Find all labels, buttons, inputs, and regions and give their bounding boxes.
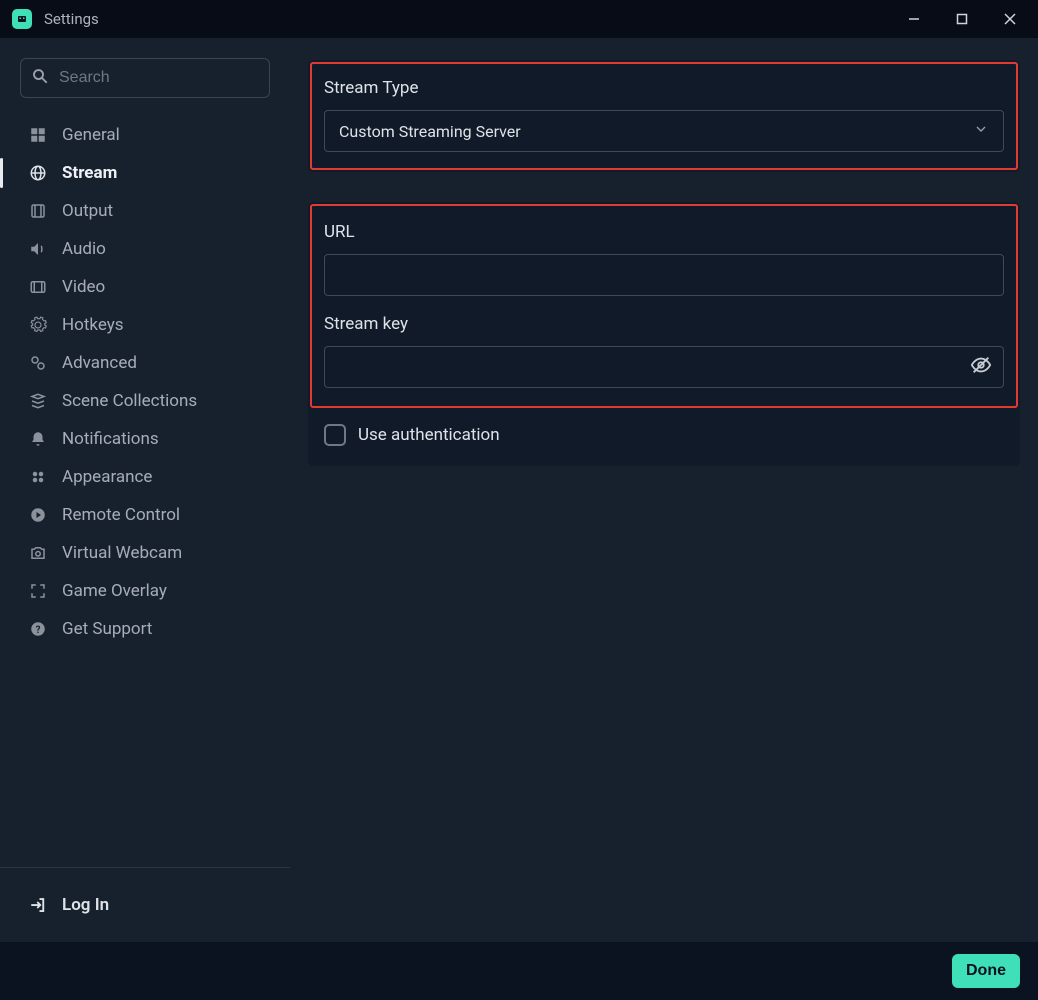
sidebar-item-notifications[interactable]: Notifications [0, 420, 290, 458]
url-input[interactable] [324, 254, 1004, 296]
sidebar-item-label: Scene Collections [62, 391, 197, 411]
play-circle-icon [28, 505, 48, 525]
settings-main-content: Stream Type Custom Streaming Server URL … [290, 38, 1038, 942]
server-panel: URL Stream key [308, 202, 1020, 466]
login-button[interactable]: Log In [0, 886, 290, 924]
app-logo-icon [12, 9, 32, 29]
sidebar-item-label: Audio [62, 239, 106, 259]
camera-icon [28, 543, 48, 563]
use-authentication-checkbox[interactable] [324, 424, 346, 446]
sidebar-item-general[interactable]: General [0, 116, 290, 154]
expand-icon [28, 581, 48, 601]
minimize-button[interactable] [896, 4, 932, 34]
sidebar-item-label: Video [62, 277, 105, 297]
sidebar-item-stream[interactable]: Stream [0, 154, 290, 192]
stream-type-label: Stream Type [324, 78, 1004, 98]
stream-type-select[interactable]: Custom Streaming Server [324, 110, 1004, 152]
video-icon [28, 277, 48, 297]
sidebar-item-label: Appearance [62, 467, 152, 487]
stream-type-panel: Stream Type Custom Streaming Server [308, 60, 1020, 172]
sidebar-item-virtual-webcam[interactable]: Virtual Webcam [0, 534, 290, 572]
search-icon [31, 67, 49, 89]
sidebar-item-label: Get Support [62, 619, 152, 639]
sidebar-item-appearance[interactable]: Appearance [0, 458, 290, 496]
done-button[interactable]: Done [952, 954, 1020, 988]
appearance-icon [28, 467, 48, 487]
stream-type-highlight: Stream Type Custom Streaming Server [310, 62, 1018, 170]
sidebar-item-scene-collections[interactable]: Scene Collections [0, 382, 290, 420]
eye-off-icon [970, 354, 992, 380]
sidebar-item-advanced[interactable]: Advanced [0, 344, 290, 382]
search-field[interactable] [20, 58, 270, 98]
sidebar-item-remote-control[interactable]: Remote Control [0, 496, 290, 534]
sidebar-item-label: General [62, 125, 120, 145]
sidebar-item-label: Advanced [62, 353, 137, 373]
sidebar-item-label: Remote Control [62, 505, 180, 525]
window-title: Settings [44, 10, 99, 28]
sidebar-item-label: Stream [62, 163, 117, 183]
stream-type-value: Custom Streaming Server [339, 122, 521, 141]
toggle-visibility-button[interactable] [966, 352, 996, 382]
sidebar-item-game-overlay[interactable]: Game Overlay [0, 572, 290, 610]
footer-bar: Done [0, 942, 1038, 1000]
login-icon [28, 895, 48, 915]
grid-icon [28, 125, 48, 145]
layers-icon [28, 391, 48, 411]
sidebar-item-label: Game Overlay [62, 581, 167, 601]
search-input[interactable] [59, 69, 266, 87]
sidebar-item-hotkeys[interactable]: Hotkeys [0, 306, 290, 344]
globe-icon [28, 163, 48, 183]
stream-key-label: Stream key [324, 314, 1004, 334]
sidebar-item-label: Output [62, 201, 113, 221]
chevron-down-icon [973, 121, 989, 141]
stream-key-input[interactable] [324, 346, 1004, 388]
sidebar-item-label: Virtual Webcam [62, 543, 182, 563]
use-authentication-label: Use authentication [358, 425, 500, 445]
sidebar-item-label: Hotkeys [62, 315, 124, 335]
login-label: Log In [62, 895, 109, 915]
svg-text:?: ? [36, 625, 41, 636]
sidebar-item-get-support[interactable]: ? Get Support [0, 610, 290, 648]
question-circle-icon: ? [28, 619, 48, 639]
maximize-button[interactable] [944, 4, 980, 34]
sidebar-item-video[interactable]: Video [0, 268, 290, 306]
sidebar-item-label: Notifications [62, 429, 159, 449]
url-label: URL [324, 222, 1004, 242]
server-highlight: URL Stream key [310, 204, 1018, 408]
settings-sidebar: General Stream Output Audio Video Hotkey… [0, 38, 290, 942]
gears-icon [28, 353, 48, 373]
volume-icon [28, 239, 48, 259]
sidebar-item-output[interactable]: Output [0, 192, 290, 230]
film-icon [28, 201, 48, 221]
gear-icon [28, 315, 48, 335]
bell-icon [28, 429, 48, 449]
sidebar-item-audio[interactable]: Audio [0, 230, 290, 268]
close-button[interactable] [992, 4, 1028, 34]
